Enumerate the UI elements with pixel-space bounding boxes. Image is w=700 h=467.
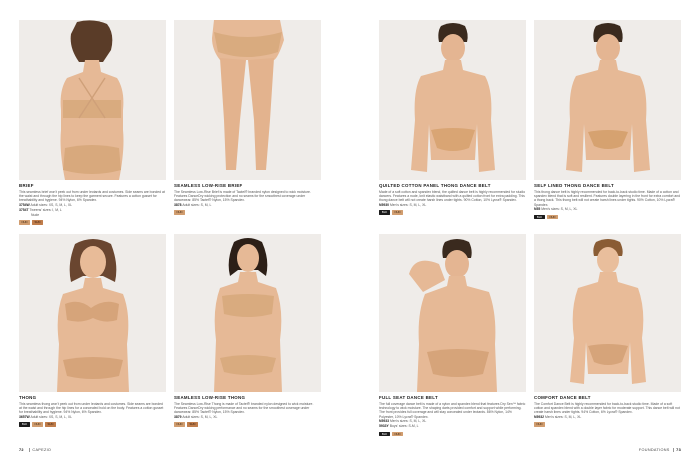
right-page-footer: FOUNDATIONS 73 [639, 448, 681, 452]
color-swatches: NUD [534, 422, 681, 427]
page-number: 73 [676, 448, 681, 452]
color-swatch[interactable]: BLK [379, 431, 390, 437]
product-title: COMFORT DANCE BELT [534, 395, 591, 400]
color-swatch[interactable]: SUN [45, 422, 56, 427]
photo-comfort-dance-belt [534, 234, 681, 392]
color-swatch[interactable]: NUD [534, 422, 545, 427]
product-size-line: N55 Men's sizes: S, M, L, XL [534, 207, 578, 212]
product-description: The Seamless Low-Rise Thong is made of T… [174, 401, 314, 415]
product-caption-seamless-low-rise-brief: SEAMLESS LOW-RISE BRIEF The Seamless Low… [174, 183, 321, 215]
color-swatch[interactable]: NUD [392, 431, 403, 437]
product-description: The Seamless Low-Rise Brief is made of T… [174, 189, 311, 203]
product-caption-comfort-dance-belt: COMFORT DANCE BELT The Comfort Dance Bel… [534, 395, 681, 427]
product-title: THONG [19, 395, 37, 400]
photo-seamless-low-rise-thong [174, 234, 321, 392]
section-folio: FOUNDATIONS [638, 448, 670, 452]
product-size-line: N5933 Men's sizes: S, M, L, XL [379, 419, 427, 424]
color-swatches: BLK NUD [379, 431, 526, 437]
product-title: SEAMLESS LOW-RISE THONG [174, 395, 246, 400]
product-description: This thong dance belt is highly recommen… [534, 189, 681, 207]
product-caption-seamless-low-rise-thong: SEAMLESS LOW-RISE THONG The Seamless Low… [174, 395, 321, 427]
color-swatches: NUD SUN [174, 422, 321, 427]
product-title: BRIEF [19, 183, 34, 188]
color-swatch[interactable]: NUD [32, 422, 43, 427]
product-caption-quilted-thong-dance-belt: QUILTED COTTON PANEL THONG DANCE BELT Ma… [379, 183, 526, 215]
product-title: FULL SEAT DANCE BELT [379, 395, 438, 400]
color-swatches: NUD SUN [19, 220, 166, 225]
photo-brief [19, 20, 166, 180]
product-description: The Comfort Dance Belt is highly recomme… [534, 401, 680, 415]
product-caption-full-seat-dance-belt: FULL SEAT DANCE BELT The full coverage d… [379, 395, 526, 437]
product-size-line: 3754W Adult sizes: XS, S, M, L, XL [19, 203, 72, 208]
footer-divider [28, 448, 30, 452]
product-title: QUILTED COTTON PANEL THONG DANCE BELT [379, 183, 491, 188]
photo-thong [19, 234, 166, 392]
product-description: The full coverage dance belt is made of … [379, 401, 526, 419]
color-label: Nude [31, 212, 40, 217]
product-size-line: 3754T Tweens' sizes: I, M, L [19, 207, 62, 212]
product-size-line: N5930 Men's sizes: S, M, L, XL [379, 203, 427, 208]
color-swatch[interactable]: BLK [379, 210, 390, 215]
color-swatches: NUD [174, 210, 321, 215]
color-swatch[interactable]: SUN [187, 422, 198, 427]
left-page-footer: 72 CAPEZIO [19, 448, 51, 452]
photo-seamless-low-rise-brief [174, 20, 321, 180]
color-swatches: BLK NUD [379, 210, 526, 215]
product-caption-self-lined-thong-dance-belt: SELF LINED THONG DANCE BELT This thong d… [534, 183, 681, 220]
color-swatch[interactable]: SUN [32, 220, 43, 225]
photo-full-seat-dance-belt [379, 234, 526, 392]
color-swatch[interactable]: NUD [174, 210, 185, 215]
product-size-line: 5933Y Boys' sizes: S-M, L [379, 424, 419, 429]
product-caption-brief: BRIEF This seamless brief won't peek out… [19, 183, 166, 225]
color-swatch[interactable]: NUD [547, 214, 558, 220]
product-description: Made of a soft cotton and spandex blend,… [379, 189, 526, 203]
product-size-line: 3878 Adult sizes: S, M, L [174, 203, 212, 208]
photo-self-lined-thong-dance-belt [534, 20, 681, 180]
color-swatch[interactable]: BLK [534, 214, 545, 220]
brand-folio: CAPEZIO [32, 448, 52, 452]
product-size-line: 3879 Adult sizes: S, M, L, XL [174, 415, 218, 420]
page-number: 72 [19, 448, 24, 452]
color-swatch[interactable]: NUD [19, 220, 30, 225]
color-swatch[interactable]: NUD [174, 422, 185, 427]
product-title: SEAMLESS LOW-RISE BRIEF [174, 183, 243, 188]
product-description: This seamless brief won't peek out from … [19, 189, 165, 203]
color-swatches: BLK NUD SUN [19, 422, 166, 427]
product-size-line: 3657W Adult sizes: XS, S, M, L, XL [19, 415, 72, 420]
product-title: SELF LINED THONG DANCE BELT [534, 183, 614, 188]
color-swatch[interactable]: BLK [19, 422, 30, 427]
photo-quilted-thong-dance-belt [379, 20, 526, 180]
color-swatch[interactable]: NUD [392, 210, 403, 215]
footer-divider [672, 448, 674, 452]
product-size-line: N5932 Men's sizes: S, M, L, XL [534, 415, 582, 420]
product-description: This seamless thong won't peek out from … [19, 401, 164, 415]
color-swatches: BLK NUD [534, 214, 681, 220]
product-caption-thong: THONG This seamless thong won't peek out… [19, 395, 166, 427]
